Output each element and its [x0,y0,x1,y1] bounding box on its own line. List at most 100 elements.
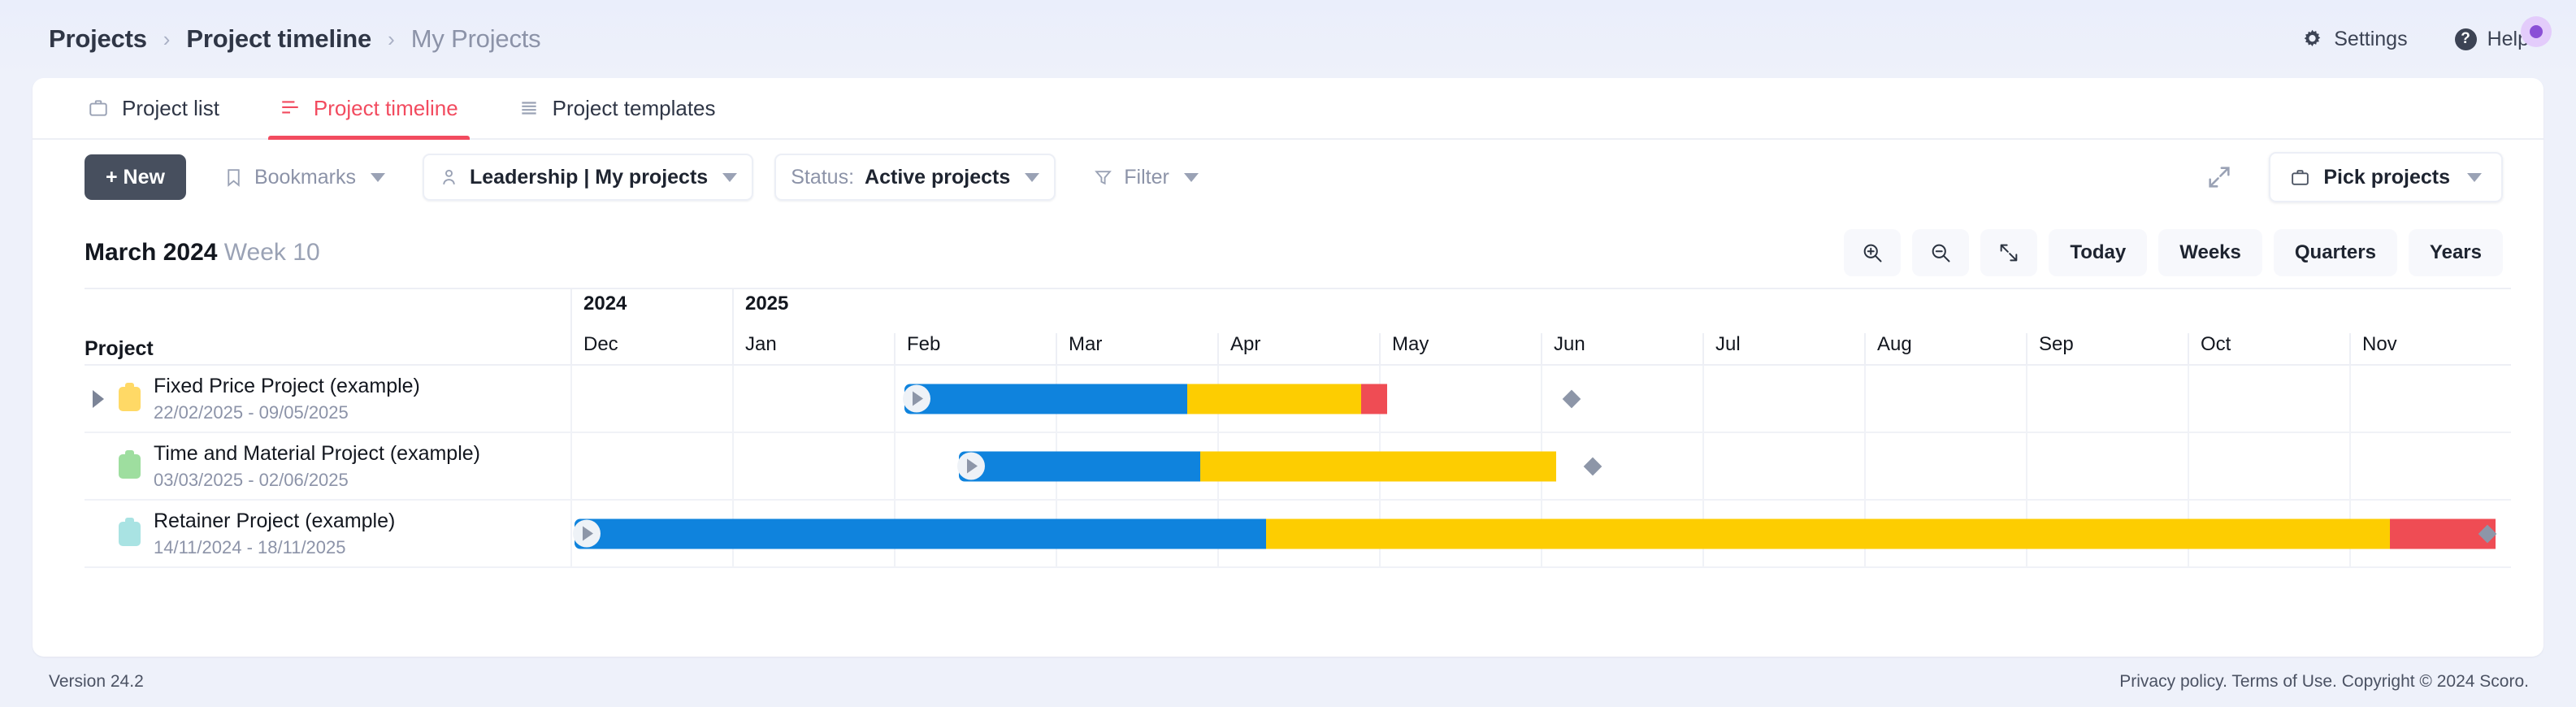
project-cell: Fixed Price Project (example) 22/02/2025 … [85,366,570,432]
timeline-cell [570,501,2511,566]
years-button[interactable]: Years [2408,229,2503,276]
table-row[interactable]: Fixed Price Project (example) 22/02/2025 … [85,366,2511,433]
briefcase-icon [2290,167,2310,188]
quarters-button[interactable]: Quarters [2273,229,2397,276]
gantt-bar-segment[interactable] [1265,518,2390,549]
gantt-bar[interactable] [956,451,1557,481]
gantt-bar-segment[interactable] [1200,451,1557,481]
chevron-down-icon [722,172,738,182]
status-dropdown[interactable]: Status: Active projects [774,154,1056,201]
play-icon[interactable] [572,519,601,548]
month-cell-feb: Feb [894,333,1056,364]
chevron-down-icon [2467,172,2482,182]
project-cell: Retainer Project (example) 14/11/2024 - 1… [85,501,570,566]
status-value-label: Active projects [865,165,1011,189]
month-cell-may: May [1379,333,1541,364]
weeks-button[interactable]: Weeks [2158,229,2262,276]
expand-diagonal-icon[interactable] [2205,163,2233,191]
gantt-period-week: Week 10 [223,239,320,266]
timeline-cell [570,433,2511,499]
milestone-diamond-icon[interactable] [1584,457,1602,475]
tab-label: Project templates [552,95,716,120]
table-row[interactable]: Time and Material Project (example) 03/03… [85,433,2511,501]
project-name[interactable]: Retainer Project (example) [154,510,395,533]
chevron-down-icon [1025,172,1040,182]
breadcrumb-item-project-timeline[interactable]: Project timeline [186,24,371,54]
gantt-grid-wrapper: 2024 2025 Project Dec Jan Feb Mar Apr Ma… [33,288,2543,657]
breadcrumb-item-projects[interactable]: Projects [49,24,147,54]
project-text: Time and Material Project (example) 03/03… [154,442,480,491]
project-date-range: 03/03/2025 - 02/06/2025 [154,469,349,490]
briefcase-icon [119,382,141,411]
gantt-bar-segment[interactable] [958,451,1201,481]
fit-to-screen-button[interactable] [1980,229,2038,276]
project-name[interactable]: Time and Material Project (example) [154,442,480,466]
chevron-down-icon [1183,172,1199,182]
tab-bar: Project list Project timeline Project te… [33,78,2543,140]
play-icon[interactable] [956,452,985,480]
zoom-in-button[interactable] [1844,229,1902,276]
zoom-out-button[interactable] [1912,229,1970,276]
tab-label: Project list [122,95,219,120]
month-cell-mar: Mar [1056,333,1217,364]
gantt-month-header-row: Project Dec Jan Feb Mar Apr May Jun Jul … [85,333,2511,366]
gantt-row-list: Fixed Price Project (example) 22/02/2025 … [85,366,2511,568]
view-selector-label: Leadership | My projects [470,165,709,189]
project-name[interactable]: Fixed Price Project (example) [154,375,420,398]
notification-dot-icon[interactable] [2521,15,2552,47]
filter-dropdown[interactable]: Filter [1077,154,1215,201]
month-cell-sep: Sep [2026,333,2188,364]
chevron-down-icon [371,172,385,182]
version-label: Version 24.2 [49,672,144,691]
tab-project-timeline[interactable]: Project timeline [267,78,470,140]
top-bar: Projects › Project timeline › My Project… [0,0,2576,78]
milestone-diamond-icon[interactable] [1562,389,1581,408]
table-row[interactable]: Retainer Project (example) 14/11/2024 - 1… [85,501,2511,568]
breadcrumb: Projects › Project timeline › My Project… [49,24,541,54]
expand-triangle-icon[interactable] [85,389,112,408]
help-button[interactable]: ? Help [2454,15,2552,51]
today-button[interactable]: Today [2049,229,2148,276]
year-cell-2024: 2024 [570,289,732,333]
project-text: Retainer Project (example) 14/11/2024 - 1… [154,510,395,558]
breadcrumb-separator-icon: › [388,27,395,51]
month-cell-dec: Dec [570,333,732,364]
footer: Version 24.2 Privacy policy. Terms of Us… [0,657,2576,707]
bookmark-icon [223,167,244,188]
month-cell-jan: Jan [732,333,894,364]
project-date-range: 22/02/2025 - 09/05/2025 [154,401,349,423]
gantt-bar-segment[interactable] [574,518,1266,549]
new-button[interactable]: + New [85,154,186,200]
status-prefix-label: Status: [791,165,855,189]
briefcase-icon [88,98,109,119]
settings-button[interactable]: Settings [2301,28,2408,51]
bookmarks-dropdown[interactable]: Bookmarks [207,154,401,201]
year-cell-2025: 2025 [731,289,2511,333]
gantt-grid: 2024 2025 Project Dec Jan Feb Mar Apr Ma… [85,288,2511,657]
gantt-bar[interactable] [572,518,2496,549]
tab-project-templates[interactable]: Project templates [515,78,719,138]
main-card: Project list Project timeline Project te… [33,78,2543,657]
project-text: Fixed Price Project (example) 22/02/2025 … [154,375,420,423]
view-selector-dropdown[interactable]: Leadership | My projects [423,154,754,201]
gantt-bar-segment[interactable] [1360,384,1388,414]
month-cell-jul: Jul [1702,333,1864,364]
project-column-header: Project [85,336,154,360]
project-column-spacer [85,289,570,333]
gantt-controls: Today Weeks Quarters Years [1844,229,2503,276]
person-icon [439,167,459,188]
pick-projects-label: Pick projects [2323,165,2450,189]
briefcase-icon [119,517,141,546]
filter-icon [1093,167,1113,188]
bookmarks-label: Bookmarks [254,165,356,189]
gantt-bar[interactable] [902,384,1388,414]
breadcrumb-separator-icon: › [163,27,171,51]
pick-projects-button[interactable]: Pick projects [2269,152,2503,202]
year-cells: 2024 2025 [570,289,2511,333]
tab-project-list[interactable]: Project list [85,78,223,138]
breadcrumb-item-my-projects[interactable]: My Projects [411,24,541,54]
gantt-bar-segment[interactable] [1186,384,1361,414]
play-icon[interactable] [902,384,930,413]
toolbar: + New Bookmarks Leadership | My projects… [33,140,2543,215]
gantt-bar-segment[interactable] [904,384,1187,414]
